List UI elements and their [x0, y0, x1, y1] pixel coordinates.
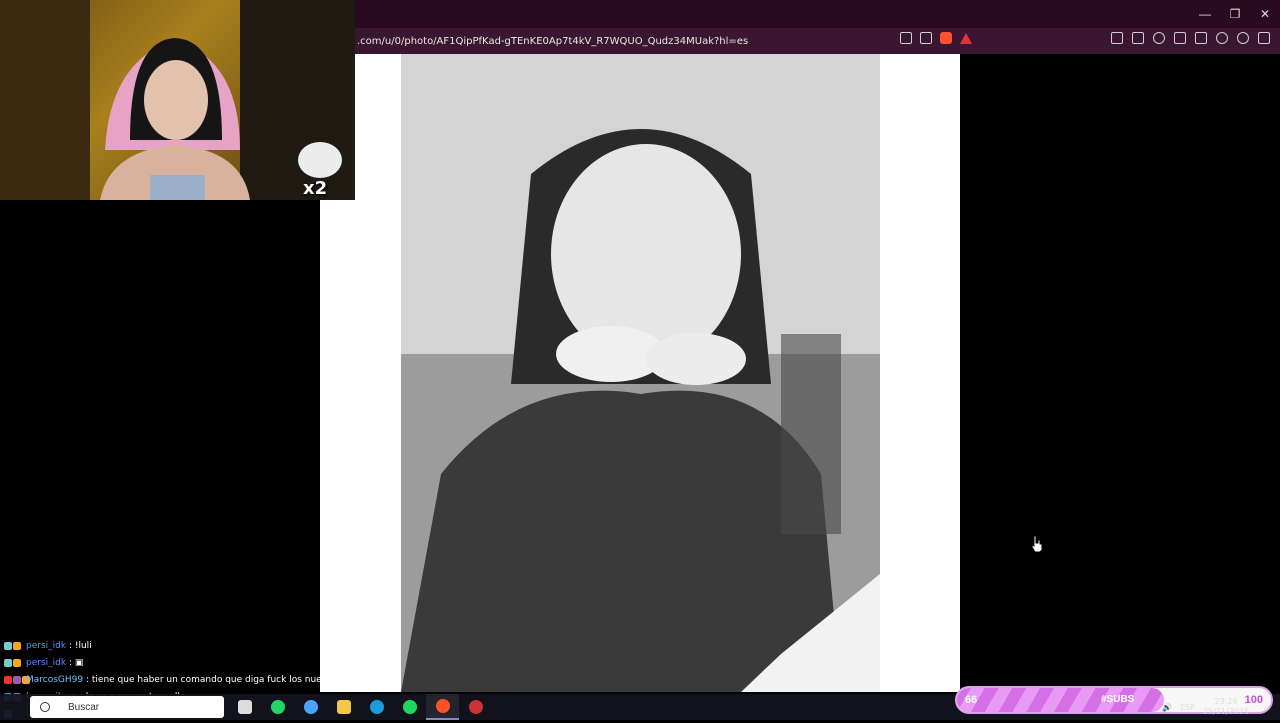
address-bar-icons [900, 32, 972, 44]
brave-rewards-icon[interactable] [960, 32, 972, 44]
chat-message: persi_idk : !luli [4, 638, 334, 655]
menu-icon[interactable] [1258, 32, 1270, 44]
hand-cursor-icon [1031, 535, 1043, 553]
system-tray: 🔊 ESP 23:29 25/11/2025 [1162, 696, 1249, 718]
chat-message: MarcosGH99 : tiene que haber un comando … [4, 672, 334, 689]
chat-badge-icon [13, 641, 21, 650]
search-icon [40, 702, 50, 712]
chat-badges [4, 638, 26, 655]
chat-badge-icon [4, 641, 12, 650]
chat-username[interactable]: persi_idk [26, 658, 66, 668]
cast-icon[interactable] [900, 32, 912, 44]
chat-badges [4, 672, 30, 689]
search-placeholder: Buscar [68, 701, 100, 713]
taskbar-search[interactable]: Buscar [30, 696, 224, 718]
chat-text: tiene que haber un comando que diga fuck… [91, 675, 334, 685]
webcam-illustration [0, 0, 355, 200]
whatsapp-icon [270, 700, 285, 714]
taskbar-app-steam[interactable] [360, 694, 393, 720]
photo-illustration [401, 54, 880, 692]
taskbar-app-brave[interactable] [426, 694, 459, 720]
chat-message: persi_idk : ▣ [4, 655, 334, 672]
vpn-icon[interactable] [1237, 32, 1249, 44]
copilot-icon [303, 700, 318, 714]
clock-date: 25/11/2025 [1202, 707, 1250, 716]
taskbar-app-whatsapp[interactable] [261, 694, 294, 720]
input-language[interactable]: ESP [1180, 703, 1195, 712]
chat-text: !luli [74, 641, 92, 651]
chat-badge-icon [4, 658, 12, 667]
address-bar[interactable]: .com/u/0/photo/AF1QipPfKad-gTEnKE0Ap7t4k… [357, 30, 977, 52]
window-controls: — ❐ ✕ [1190, 0, 1280, 28]
chat-separator: : [66, 641, 75, 651]
steam-icon [369, 700, 384, 714]
file-explorer-icon [336, 700, 351, 714]
chat-badges [4, 655, 26, 672]
sub-goal-label: #SUBS [1101, 694, 1135, 705]
taskbar-app-spotify[interactable] [393, 694, 426, 720]
maximize-button[interactable]: ❐ [1220, 0, 1250, 28]
music-icon[interactable] [1153, 32, 1165, 44]
leo-ai-icon[interactable] [1216, 32, 1228, 44]
extensions-icon[interactable] [1111, 32, 1123, 44]
sub-goal-current: 66 [965, 694, 978, 706]
chat-separator: : [66, 658, 75, 668]
browser-title-bar: — ❐ ✕ [355, 0, 1280, 28]
webcam-overlay [0, 0, 355, 200]
taskbar-app-file-explorer[interactable] [327, 694, 360, 720]
sidebar-icon[interactable] [1174, 32, 1186, 44]
wallet-icon[interactable] [1195, 32, 1207, 44]
brave-icon [435, 699, 450, 713]
obs-icon [468, 700, 483, 714]
browser-toolbar: .com/u/0/photo/AF1QipPfKad-gTEnKE0Ap7t4k… [355, 28, 1280, 54]
taskbar-app-copilot[interactable] [294, 694, 327, 720]
taskbar-app-obs[interactable] [459, 694, 492, 720]
spotify-icon [402, 700, 417, 714]
clock[interactable]: 23:29 25/11/2025 [1203, 697, 1249, 717]
chat-badge-icon [13, 675, 21, 684]
close-button[interactable]: ✕ [1250, 0, 1280, 28]
taskbar-app-task-view[interactable] [228, 694, 261, 720]
extension-icons [1111, 32, 1270, 44]
chat-username[interactable]: MarcosGH99 [26, 675, 83, 685]
screenshot-icon[interactable] [1132, 32, 1144, 44]
taskbar-apps [228, 694, 492, 720]
brave-shields-icon[interactable] [940, 32, 952, 44]
chat-separator: : [83, 675, 92, 685]
photo-image[interactable] [401, 54, 880, 692]
chat-badge-icon [13, 658, 21, 667]
task-view-icon [237, 700, 252, 714]
chat-text: ▣ [74, 658, 84, 668]
minimize-button[interactable]: — [1190, 0, 1220, 28]
share-icon[interactable] [920, 32, 932, 44]
overlay-counter: x2 [303, 178, 328, 199]
clock-time: 23:29 [1214, 697, 1238, 706]
chat-badge-icon [4, 675, 12, 684]
volume-icon[interactable]: 🔊 [1162, 703, 1172, 712]
chat-username[interactable]: persi_idk [26, 641, 66, 651]
